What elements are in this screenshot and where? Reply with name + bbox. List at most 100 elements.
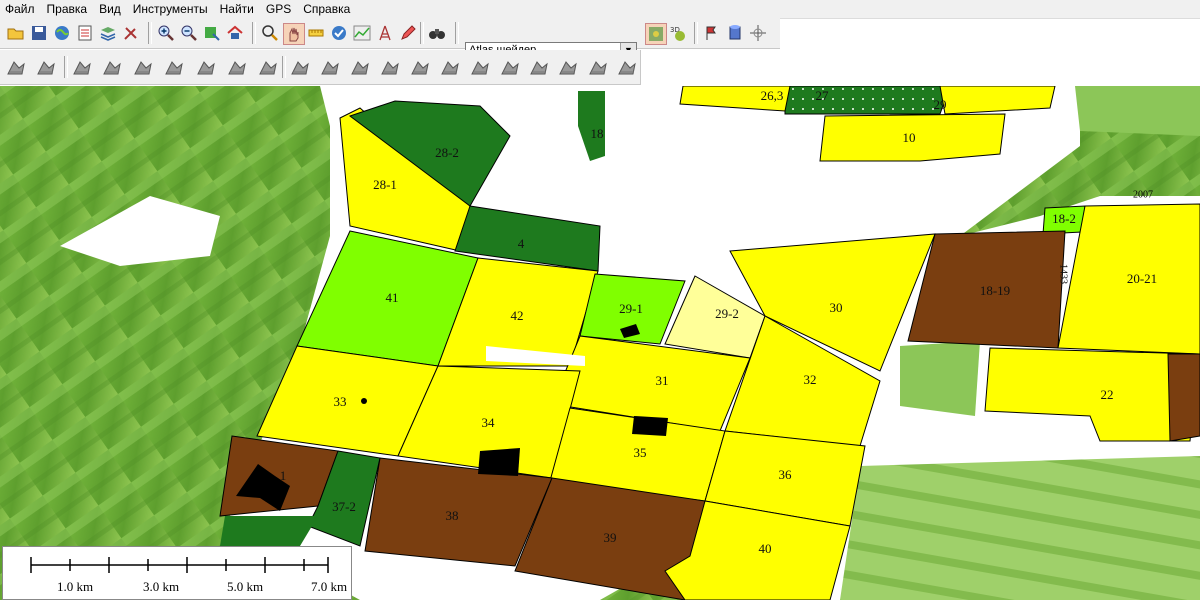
map-export-icon[interactable] <box>202 23 222 43</box>
field-22-label: 22 <box>1100 387 1114 402</box>
zoom-in-icon[interactable] <box>156 23 176 43</box>
field-28-2-label: 28-2 <box>435 145 459 160</box>
field-41-label: 41 <box>385 290 399 305</box>
measure-ruler-icon[interactable] <box>306 23 326 43</box>
terrain-right-patch <box>900 341 980 416</box>
menu-view[interactable]: Вид <box>94 0 128 18</box>
field-35-label: 35 <box>633 445 647 460</box>
edit-tool-16-icon[interactable] <box>468 54 492 80</box>
obstacle-35 <box>632 416 668 436</box>
scale-label-7: 7.0 km <box>310 579 348 594</box>
field-29-2-label: 29-2 <box>715 306 739 321</box>
draw-pencil-icon[interactable] <box>398 23 418 43</box>
edit-tool-17-icon[interactable] <box>498 54 522 80</box>
menu-find[interactable]: Найти <box>215 0 261 18</box>
edit-tool-2-icon[interactable] <box>34 54 58 80</box>
map-view[interactable]: 2007 1433 26,3 27 28-1 28-2 29 18 10 4 18-2 41 42 2… <box>0 86 1200 600</box>
field-38-label: 38 <box>445 508 459 523</box>
edit-toolbar <box>0 50 641 85</box>
terrain-top-right <box>1075 86 1200 136</box>
edit-tool-18-icon[interactable] <box>527 54 551 80</box>
flag-icon[interactable] <box>702 23 722 43</box>
3d-view-icon[interactable]: 3D <box>668 23 688 43</box>
edit-tool-9-icon[interactable] <box>256 54 280 80</box>
obstacle-34 <box>478 448 520 476</box>
menu-edit[interactable]: Правка <box>42 0 95 18</box>
field-31-label: 31 <box>655 373 669 388</box>
menu-help[interactable]: Справка <box>298 0 357 18</box>
cylinder-icon[interactable] <box>725 23 745 43</box>
field-39-label: 39 <box>603 530 617 545</box>
zoom-out-icon[interactable] <box>179 23 199 43</box>
magnifier-icon[interactable] <box>260 23 280 43</box>
edit-tool-5-icon[interactable] <box>131 54 155 80</box>
edit-tool-14-icon[interactable] <box>408 54 432 80</box>
menu-file[interactable]: Файл <box>0 0 42 18</box>
edit-tool-10-icon[interactable] <box>288 54 312 80</box>
edit-tool-3-icon[interactable] <box>70 54 94 80</box>
edit-tool-11-icon[interactable] <box>318 54 342 80</box>
menu-gps[interactable]: GPS <box>261 0 298 18</box>
field-20-21-label: 20-21 <box>1126 271 1158 286</box>
edit-tool-8-icon[interactable] <box>225 54 249 80</box>
home-icon[interactable] <box>225 23 245 43</box>
map-canvas[interactable] <box>0 86 1200 600</box>
field-4-label: 4 <box>517 236 525 251</box>
edit-tool-19-icon[interactable] <box>556 54 580 80</box>
crosshair-icon[interactable] <box>748 23 768 43</box>
field-28-1-label: 28-1 <box>373 177 397 192</box>
field-34-label: 34 <box>481 415 495 430</box>
edit-tool-1-icon[interactable] <box>4 54 28 80</box>
field-30-label: 30 <box>829 300 843 315</box>
tools-icon[interactable] <box>121 23 141 43</box>
field-29-label: 29 <box>933 97 947 112</box>
field-32-label: 32 <box>803 372 817 387</box>
map-note-number: 1433 <box>1057 264 1069 284</box>
scale-label-3: 3.0 km <box>142 579 180 594</box>
scale-label-1: 1.0 km <box>56 579 94 594</box>
obstacle-33 <box>361 398 367 404</box>
globe-icon[interactable] <box>52 23 72 43</box>
menu-bar: Файл Правка Вид Инструменты Найти GPS Справка <box>0 0 1200 19</box>
binoculars-icon[interactable] <box>427 23 447 43</box>
field-36-label: 36 <box>778 467 792 482</box>
edit-tool-13-icon[interactable] <box>378 54 402 80</box>
edit-tool-20-icon[interactable] <box>586 54 610 80</box>
scale-bar-ruler <box>30 557 329 573</box>
terrain-right-bottom <box>840 456 1200 600</box>
map-note-year: 2007 <box>1133 189 1153 201</box>
field-1-label: 1 <box>279 468 287 483</box>
field-40-label: 40 <box>758 541 772 556</box>
field-18-2-label: 18-2 <box>1052 211 1076 226</box>
field-27-shape[interactable] <box>784 86 951 115</box>
field-37-2-label: 37-2 <box>332 499 356 514</box>
hand-pan-icon[interactable] <box>283 23 305 45</box>
open-folder-icon[interactable] <box>6 23 26 43</box>
stack-icon[interactable] <box>98 23 118 43</box>
field-edge-brown-shape[interactable] <box>1167 353 1200 442</box>
edit-tool-21-icon[interactable] <box>615 54 639 80</box>
edit-tool-15-icon[interactable] <box>438 54 462 80</box>
field-29-1-label: 29-1 <box>619 301 643 316</box>
main-toolbar: Atlas шейдер▼ 3D <box>0 18 780 59</box>
field-42-label: 42 <box>510 308 524 323</box>
field-33-label: 33 <box>333 394 347 409</box>
edit-tool-4-icon[interactable] <box>100 54 124 80</box>
field-18-label: 18 <box>590 126 604 141</box>
edit-tool-12-icon[interactable] <box>348 54 372 80</box>
field-27-label: 27 <box>815 88 829 103</box>
save-icon[interactable] <box>29 23 49 43</box>
scale-bar: 1.0 km 3.0 km 5.0 km 7.0 km <box>2 546 352 600</box>
shader-settings-icon[interactable] <box>645 23 667 45</box>
edit-tool-7-icon[interactable] <box>194 54 218 80</box>
scale-label-5: 5.0 km <box>226 579 264 594</box>
field-26-3-label: 26,3 <box>760 88 784 103</box>
tower-icon[interactable] <box>375 23 395 43</box>
identify-icon[interactable] <box>329 23 349 43</box>
menu-tools[interactable]: Инструменты <box>128 0 215 18</box>
field-10-label: 10 <box>902 130 916 145</box>
chart-icon[interactable] <box>352 23 372 43</box>
field-18-19-label: 18-19 <box>979 283 1011 298</box>
edit-tool-6-icon[interactable] <box>162 54 186 80</box>
layers-icon[interactable] <box>75 23 95 43</box>
